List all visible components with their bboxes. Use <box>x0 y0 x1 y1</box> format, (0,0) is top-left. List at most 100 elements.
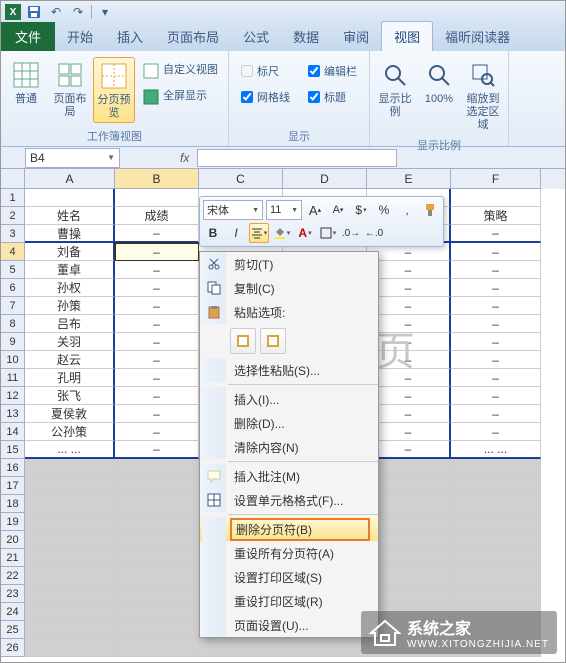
cell[interactable] <box>367 495 451 513</box>
cell[interactable]: – <box>367 441 451 459</box>
cell[interactable]: – <box>367 351 451 369</box>
menu-remove-page-break[interactable]: 删除分页符(B) <box>200 517 378 541</box>
cell[interactable] <box>25 459 115 477</box>
cell[interactable]: – <box>367 261 451 279</box>
row-header[interactable]: 24 <box>1 603 25 621</box>
tab-foxit[interactable]: 福昕阅读器 <box>433 22 522 51</box>
cell[interactable] <box>451 585 541 603</box>
menu-clear-contents[interactable]: 清除内容(N) <box>200 435 378 459</box>
cell[interactable] <box>115 603 199 621</box>
col-header-E[interactable]: E <box>367 169 451 189</box>
decrease-font-icon[interactable]: A▾ <box>328 200 348 220</box>
comma-format-icon[interactable]: , <box>397 200 417 220</box>
menu-format-cells[interactable]: 设置单元格格式(F)... <box>200 488 378 512</box>
row-header[interactable]: 13 <box>1 405 25 423</box>
cell[interactable] <box>115 459 199 477</box>
menu-insert-comment[interactable]: 插入批注(M) <box>200 464 378 488</box>
row-header[interactable]: 21 <box>1 549 25 567</box>
save-button[interactable] <box>25 3 43 21</box>
row-header[interactable]: 6 <box>1 279 25 297</box>
cell[interactable] <box>451 549 541 567</box>
row-header[interactable]: 14 <box>1 423 25 441</box>
cell[interactable]: ... ... <box>451 441 541 459</box>
cell[interactable]: 赵云 <box>25 351 115 369</box>
menu-copy[interactable]: 复制(C) <box>200 276 378 300</box>
tab-file[interactable]: 文件 <box>1 22 55 51</box>
row-header[interactable]: 5 <box>1 261 25 279</box>
cell[interactable] <box>25 531 115 549</box>
cell[interactable] <box>25 621 115 639</box>
cell[interactable] <box>25 549 115 567</box>
name-box[interactable]: B4▼ <box>25 148 120 168</box>
cell[interactable]: 孙权 <box>25 279 115 297</box>
cell[interactable]: 关羽 <box>25 333 115 351</box>
cell[interactable] <box>115 567 199 585</box>
cell[interactable]: – <box>367 279 451 297</box>
cell[interactable]: – <box>451 369 541 387</box>
cell[interactable]: – <box>115 387 199 405</box>
cell[interactable] <box>451 531 541 549</box>
cell[interactable] <box>25 513 115 531</box>
headings-checkbox[interactable]: 标题 <box>304 87 361 107</box>
cell[interactable]: – <box>451 279 541 297</box>
cell[interactable] <box>115 621 199 639</box>
accounting-format-icon[interactable]: $▾ <box>351 200 371 220</box>
select-all-corner[interactable] <box>1 169 25 189</box>
row-header[interactable]: 18 <box>1 495 25 513</box>
zoom-selection-button[interactable]: 缩放到选定区域 <box>462 57 504 135</box>
fill-color-button[interactable]: ▾ <box>272 223 292 243</box>
row-header[interactable]: 10 <box>1 351 25 369</box>
paste-option-all[interactable] <box>230 328 256 354</box>
row-header[interactable]: 19 <box>1 513 25 531</box>
row-header[interactable]: 20 <box>1 531 25 549</box>
row-header[interactable]: 1 <box>1 189 25 207</box>
cell[interactable] <box>115 477 199 495</box>
undo-button[interactable]: ↶ <box>47 3 65 21</box>
cell[interactable]: – <box>367 315 451 333</box>
font-color-button[interactable]: A▾ <box>295 223 315 243</box>
row-header[interactable]: 12 <box>1 387 25 405</box>
cell[interactable] <box>367 513 451 531</box>
cell[interactable]: – <box>367 297 451 315</box>
col-header-F[interactable]: F <box>451 169 541 189</box>
cell[interactable] <box>451 567 541 585</box>
cell[interactable]: – <box>451 261 541 279</box>
cell[interactable] <box>199 639 283 657</box>
row-header[interactable]: 25 <box>1 621 25 639</box>
ruler-checkbox[interactable]: 标尺 <box>237 61 294 81</box>
cell[interactable] <box>367 459 451 477</box>
row-header[interactable]: 17 <box>1 477 25 495</box>
page-layout-view-button[interactable]: 页面布局 <box>49 57 91 121</box>
cell[interactable]: – <box>115 225 199 243</box>
cell[interactable] <box>25 567 115 585</box>
cell[interactable]: – <box>367 405 451 423</box>
cell[interactable] <box>115 513 199 531</box>
custom-views-button[interactable]: 自定义视图 <box>141 61 220 81</box>
formula-bar-checkbox[interactable]: 编辑栏 <box>304 61 361 81</box>
cell[interactable] <box>367 567 451 585</box>
cell[interactable] <box>25 477 115 495</box>
menu-reset-page-breaks[interactable]: 重设所有分页符(A) <box>200 541 378 565</box>
format-painter-icon[interactable] <box>420 200 440 220</box>
cell[interactable] <box>451 513 541 531</box>
tab-view[interactable]: 视图 <box>381 21 433 51</box>
cell[interactable]: – <box>451 243 541 261</box>
row-header[interactable]: 26 <box>1 639 25 657</box>
bold-button[interactable]: B <box>203 223 223 243</box>
cell[interactable] <box>115 585 199 603</box>
cell[interactable]: 孙策 <box>25 297 115 315</box>
percent-format-icon[interactable]: % <box>374 200 394 220</box>
cell[interactable] <box>367 549 451 567</box>
cell[interactable]: 曹操 <box>25 225 115 243</box>
cell[interactable]: – <box>115 261 199 279</box>
cell[interactable]: 张飞 <box>25 387 115 405</box>
row-header[interactable]: 8 <box>1 315 25 333</box>
paste-option-values[interactable] <box>260 328 286 354</box>
font-size-selector[interactable]: 11▼ <box>266 200 302 220</box>
cell[interactable]: 姓名 <box>25 207 115 225</box>
cell[interactable]: – <box>451 333 541 351</box>
cell[interactable]: – <box>115 441 199 459</box>
menu-delete[interactable]: 删除(D)... <box>200 411 378 435</box>
row-header[interactable]: 15 <box>1 441 25 459</box>
cell[interactable]: – <box>451 351 541 369</box>
